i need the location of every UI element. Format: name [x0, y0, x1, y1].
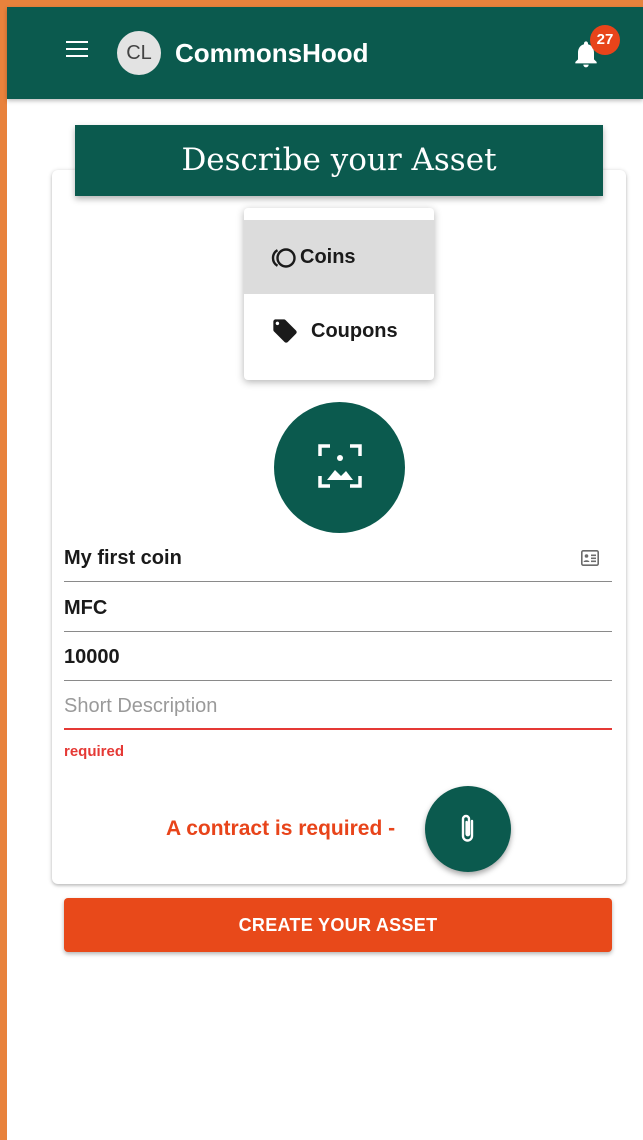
notification-badge[interactable]: 27 [590, 25, 620, 55]
asset-type-menu: Coins Coupons [244, 208, 434, 380]
description-error-text: required [64, 743, 125, 760]
hamburger-menu-icon[interactable] [66, 41, 88, 57]
page-title: Describe your Asset [75, 125, 603, 196]
contract-required-text: A contract is required - [166, 817, 396, 840]
asset-symbol-field [64, 586, 612, 634]
image-picker-button[interactable] [274, 402, 405, 533]
attach-contract-button[interactable] [425, 786, 511, 872]
contact-card-icon[interactable] [581, 550, 599, 566]
image-frame-icon [318, 444, 362, 488]
app-title: CommonsHood [175, 38, 369, 68]
create-asset-button[interactable]: CREATE YOUR ASSET [64, 898, 612, 952]
tag-icon [273, 319, 297, 343]
paperclip-icon [461, 814, 474, 842]
menu-item-coupons[interactable]: Coupons [244, 294, 434, 368]
asset-supply-field [64, 635, 612, 683]
short-description-field [64, 684, 612, 732]
asset-supply-input[interactable] [64, 635, 612, 681]
menu-item-coins[interactable]: Coins [244, 220, 434, 294]
coins-icon [271, 248, 296, 268]
short-description-input[interactable] [64, 684, 612, 730]
asset-name-field [64, 536, 612, 584]
avatar[interactable]: CL [117, 31, 161, 75]
asset-symbol-input[interactable] [64, 586, 612, 632]
menu-item-label: Coins [300, 246, 356, 268]
menu-item-label: Coupons [311, 320, 398, 342]
asset-name-input[interactable] [64, 536, 612, 582]
